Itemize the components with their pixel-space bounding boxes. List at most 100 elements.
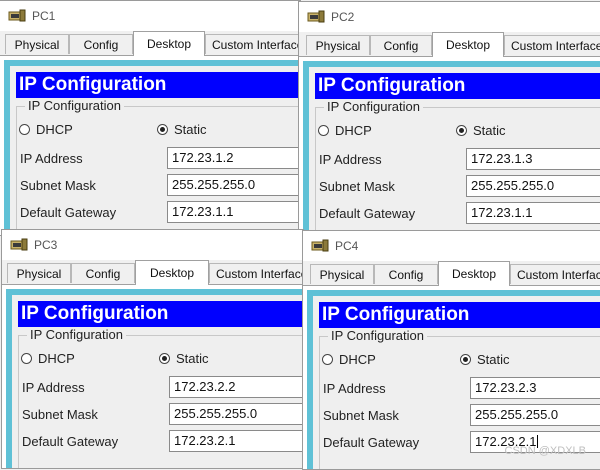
group-label: IP Configuration <box>328 328 427 343</box>
static-radio[interactable]: Static <box>460 352 510 367</box>
desktop-content: IP Configuration IP Configuration DHCP S… <box>299 57 600 236</box>
tab-config[interactable]: Config <box>374 264 438 284</box>
panel-title: IP Configuration <box>319 302 600 328</box>
window-title: PC3 <box>34 238 58 252</box>
tab-custom-interface[interactable]: Custom Interface <box>205 34 300 54</box>
radio-off-icon <box>19 124 30 135</box>
default-gateway-input[interactable]: 172.23.1.1 <box>466 202 600 224</box>
ip-config-panel: IP Configuration IP Configuration DHCP S… <box>12 295 303 468</box>
pc-icon <box>10 238 28 252</box>
static-label: Static <box>477 352 510 367</box>
tab-bar: Physical Config Desktop Custom Interface <box>299 32 600 57</box>
panel-frame: IP Configuration IP Configuration DHCP S… <box>6 289 303 468</box>
ip-config-panel: IP Configuration IP Configuration DHCP S… <box>309 67 600 236</box>
ip-config-panel: IP Configuration IP Configuration DHCP S… <box>10 66 300 235</box>
tab-custom-interface[interactable]: Custom Interface <box>504 35 600 55</box>
ip-address-label: IP Address <box>22 380 85 395</box>
ip-config-panel: IP Configuration IP Configuration DHCP S… <box>313 296 600 469</box>
panel-title: IP Configuration <box>16 72 300 98</box>
static-label: Static <box>174 122 207 137</box>
pc-icon <box>8 9 26 23</box>
dhcp-radio[interactable]: DHCP <box>21 351 75 366</box>
tab-physical[interactable]: Physical <box>306 35 370 55</box>
watermark: CSDN @XDXLB <box>504 445 586 457</box>
pc-icon <box>311 239 329 253</box>
default-gateway-label: Default Gateway <box>319 206 416 221</box>
subnet-mask-input[interactable]: 255.255.255.0 <box>167 174 300 196</box>
window-pc4: PC4 Physical Config Desktop Custom Inter… <box>302 230 600 470</box>
subnet-mask-label: Subnet Mask <box>22 407 98 422</box>
radio-off-icon <box>318 125 329 136</box>
dhcp-radio[interactable]: DHCP <box>19 122 73 137</box>
radio-on-icon <box>157 124 168 135</box>
ip-address-input[interactable]: 172.23.2.2 <box>169 376 303 398</box>
tab-config[interactable]: Config <box>69 34 133 54</box>
tab-custom-interface[interactable]: Custom Interface <box>510 264 600 284</box>
static-radio[interactable]: Static <box>159 351 209 366</box>
group-label: IP Configuration <box>25 98 124 113</box>
tab-physical[interactable]: Physical <box>5 34 69 54</box>
radio-off-icon <box>21 353 32 364</box>
default-gateway-input[interactable]: 172.23.2.1 <box>169 430 303 452</box>
tab-physical[interactable]: Physical <box>7 263 71 283</box>
default-gateway-input[interactable]: 172.23.1.1 <box>167 201 300 223</box>
subnet-mask-label: Subnet Mask <box>319 179 395 194</box>
tab-desktop[interactable]: Desktop <box>438 261 510 286</box>
subnet-mask-input[interactable]: 255.255.255.0 <box>466 175 600 197</box>
ip-address-label: IP Address <box>323 381 386 396</box>
panel-frame: IP Configuration IP Configuration DHCP S… <box>4 60 300 235</box>
dhcp-radio[interactable]: DHCP <box>318 123 372 138</box>
window-title: PC1 <box>32 9 56 23</box>
panel-frame: IP Configuration IP Configuration DHCP S… <box>303 61 600 236</box>
desktop-content: IP Configuration IP Configuration DHCP S… <box>0 56 300 235</box>
ip-config-group: IP Configuration DHCP Static IP Address … <box>16 98 300 235</box>
tab-custom-interface[interactable]: Custom Interface <box>209 263 303 283</box>
ip-address-label: IP Address <box>20 151 83 166</box>
ip-config-group: IP Configuration DHCP Static IP Address … <box>18 327 303 468</box>
title-bar: PC3 <box>2 230 303 260</box>
window-pc2: PC2 Physical Config Desktop Custom Inter… <box>298 1 600 237</box>
group-label: IP Configuration <box>27 327 126 342</box>
dhcp-label: DHCP <box>335 123 372 138</box>
dhcp-label: DHCP <box>38 351 75 366</box>
desktop-content: IP Configuration IP Configuration DHCP S… <box>303 286 600 469</box>
subnet-mask-label: Subnet Mask <box>20 178 96 193</box>
tab-bar: Physical Config Desktop Custom Interface <box>2 260 303 285</box>
pc-icon <box>307 10 325 24</box>
tab-physical[interactable]: Physical <box>310 264 374 284</box>
dhcp-label: DHCP <box>36 122 73 137</box>
tab-desktop[interactable]: Desktop <box>135 260 209 285</box>
radio-on-icon <box>460 354 471 365</box>
subnet-mask-input[interactable]: 255.255.255.0 <box>470 404 600 426</box>
tab-bar: Physical Config Desktop Custom Interface <box>0 31 300 56</box>
panel-title: IP Configuration <box>315 73 600 99</box>
dhcp-label: DHCP <box>339 352 376 367</box>
window-title: PC4 <box>335 239 359 253</box>
ip-address-input[interactable]: 172.23.1.3 <box>466 148 600 170</box>
static-radio[interactable]: Static <box>456 123 506 138</box>
desktop-content: IP Configuration IP Configuration DHCP S… <box>2 285 303 468</box>
title-bar: PC4 <box>303 231 600 261</box>
default-gateway-label: Default Gateway <box>20 205 117 220</box>
static-label: Static <box>176 351 209 366</box>
ip-address-label: IP Address <box>319 152 382 167</box>
subnet-mask-label: Subnet Mask <box>323 408 399 423</box>
group-label: IP Configuration <box>324 99 423 114</box>
tab-config[interactable]: Config <box>370 35 432 55</box>
tab-bar: Physical Config Desktop Custom Interface <box>303 261 600 286</box>
tab-desktop[interactable]: Desktop <box>133 31 205 56</box>
ip-address-input[interactable]: 172.23.2.3 <box>470 377 600 399</box>
panel-frame: IP Configuration IP Configuration DHCP S… <box>307 290 600 469</box>
ip-address-input[interactable]: 172.23.1.2 <box>167 147 300 169</box>
subnet-mask-input[interactable]: 255.255.255.0 <box>169 403 303 425</box>
tab-desktop[interactable]: Desktop <box>432 32 504 57</box>
ip-config-group: IP Configuration DHCP Static IP Address … <box>315 99 600 236</box>
title-bar: PC2 <box>299 2 600 32</box>
static-label: Static <box>473 123 506 138</box>
window-pc3: PC3 Physical Config Desktop Custom Inter… <box>1 229 304 469</box>
tab-config[interactable]: Config <box>71 263 135 283</box>
static-radio[interactable]: Static <box>157 122 207 137</box>
dhcp-radio[interactable]: DHCP <box>322 352 376 367</box>
radio-on-icon <box>159 353 170 364</box>
title-bar: PC1 <box>0 1 300 31</box>
